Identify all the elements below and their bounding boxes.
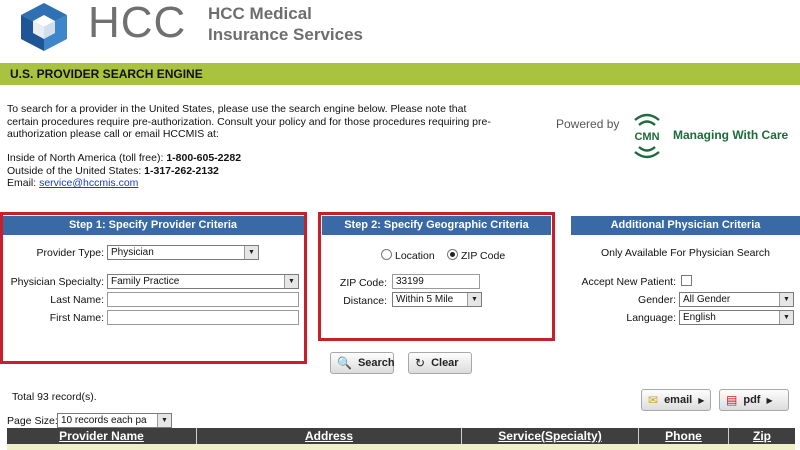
pdf-button[interactable]: ▤ pdf ▶ xyxy=(719,389,789,411)
page-size-value: 10 records each pa xyxy=(61,415,147,426)
chevron-down-icon: ▼ xyxy=(157,414,171,427)
pdf-button-label: pdf xyxy=(743,394,761,406)
page-title-bar: U.S. PROVIDER SEARCH ENGINE xyxy=(0,63,800,85)
provider-type-select[interactable]: Physician ▼ xyxy=(107,245,259,260)
outside-us-phone: 1-317-262-2132 xyxy=(144,164,219,177)
additional-criteria-header: Additional Physician Criteria xyxy=(571,216,800,235)
chevron-down-icon: ▼ xyxy=(779,311,793,324)
table-row[interactable] xyxy=(7,444,795,450)
contact-info: Inside of North America (toll free): 1-8… xyxy=(7,152,241,190)
cmn-logo-icon: CMN xyxy=(634,113,660,159)
physician-specialty-select[interactable]: Family Practice ▼ xyxy=(107,274,299,289)
distance-value: Within 5 Mile xyxy=(396,294,454,305)
arrow-right-icon: ▶ xyxy=(698,395,705,405)
intro-text: To search for a provider in the United S… xyxy=(7,103,491,140)
north-america-phone: 1-800-605-2282 xyxy=(166,152,242,164)
north-america-label: Inside of North America (toll free): xyxy=(7,152,167,164)
column-phone[interactable]: Phone xyxy=(639,428,729,444)
accept-new-patient-label: Accept New Patient: xyxy=(581,276,676,288)
outside-us-line: Outside of the United States: 1-317-262-… xyxy=(7,165,241,178)
search-button[interactable]: 🔍 Search xyxy=(330,352,395,374)
physician-specialty-value: Family Practice xyxy=(111,276,180,287)
column-zip[interactable]: Zip xyxy=(729,428,795,444)
provider-type-value: Physician xyxy=(111,247,154,258)
clear-button-label: Clear xyxy=(431,357,459,369)
provider-type-label: Provider Type: xyxy=(36,247,104,259)
email-line: Email: service@hccmis.com xyxy=(7,177,241,190)
language-select[interactable]: English ▼ xyxy=(679,310,794,325)
search-button-label: Search xyxy=(357,357,395,369)
page-size-select[interactable]: 10 records each pa ▼ xyxy=(57,413,172,428)
email-button-label: email xyxy=(664,394,693,406)
language-value: English xyxy=(683,312,716,323)
chevron-down-icon: ▼ xyxy=(284,275,298,288)
accept-new-patient-checkbox[interactable] xyxy=(681,275,692,286)
zip-code-label: ZIP Code: xyxy=(339,277,387,289)
cmn-logo-letters: CMN xyxy=(634,131,659,143)
gender-select[interactable]: All Gender ▼ xyxy=(679,292,794,307)
partner-tagline: Managing With Care xyxy=(673,128,789,142)
distance-select[interactable]: Within 5 Mile ▼ xyxy=(392,292,482,307)
first-name-label: First Name: xyxy=(49,312,104,324)
envelope-icon: ✉ xyxy=(648,393,659,407)
total-records: Total 93 record(s). xyxy=(12,391,97,403)
first-name-input[interactable] xyxy=(107,310,299,325)
column-provider-name[interactable]: Provider Name xyxy=(7,428,197,444)
location-radio[interactable] xyxy=(381,249,392,260)
email-link[interactable]: service@hccmis.com xyxy=(39,177,138,189)
location-radio-label: Location xyxy=(395,250,435,262)
column-address[interactable]: Address xyxy=(197,428,462,444)
results-table-header: Provider Name Address Service(Specialty)… xyxy=(7,428,795,444)
language-label: Language: xyxy=(626,312,676,324)
pdf-file-icon: ▤ xyxy=(726,393,738,407)
refresh-icon: ↻ xyxy=(415,356,426,370)
chevron-down-icon: ▼ xyxy=(467,293,481,306)
clear-button[interactable]: ↻ Clear xyxy=(408,352,472,374)
last-name-input[interactable] xyxy=(107,292,299,307)
distance-label: Distance: xyxy=(343,295,387,307)
outside-us-label: Outside of the United States: xyxy=(7,164,145,177)
zip-code-input[interactable]: 33199 xyxy=(392,274,480,289)
last-name-label: Last Name: xyxy=(50,294,104,306)
gender-value: All Gender xyxy=(683,294,731,305)
physician-specialty-label: Physician Specialty: xyxy=(10,276,104,288)
email-label: Email: xyxy=(7,177,40,189)
chevron-down-icon: ▼ xyxy=(779,293,793,306)
email-button[interactable]: ✉ email ▶ xyxy=(641,389,711,411)
chevron-down-icon: ▼ xyxy=(244,246,258,259)
arrow-right-icon: ▶ xyxy=(766,395,773,405)
zip-code-radio[interactable] xyxy=(447,249,458,260)
physician-only-note: Only Available For Physician Search xyxy=(600,247,771,259)
hcc-logo-cube-icon xyxy=(21,3,67,51)
hcc-logo-text: HCC xyxy=(88,0,187,47)
company-name: HCC Medical Insurance Services xyxy=(208,4,363,44)
column-service-specialty[interactable]: Service(Specialty) xyxy=(462,428,639,444)
page-size-label: Page Size: xyxy=(7,415,58,427)
powered-by-label: Powered by xyxy=(556,117,620,131)
north-america-line: Inside of North America (toll free): 1-8… xyxy=(7,152,241,165)
zip-code-radio-label: ZIP Code xyxy=(461,250,506,262)
gender-label: Gender: xyxy=(638,294,676,306)
magnifier-icon: 🔍 xyxy=(337,356,352,370)
